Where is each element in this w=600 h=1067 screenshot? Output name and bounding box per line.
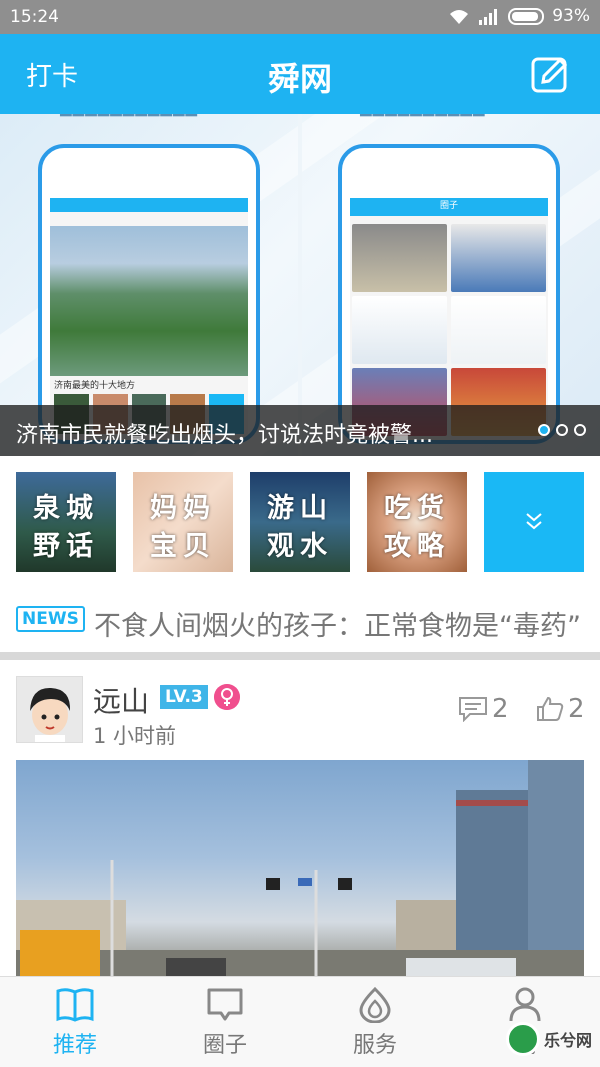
post-username[interactable]: 远山 [93, 680, 149, 720]
female-icon [214, 684, 240, 710]
like-count[interactable]: 2 [536, 694, 585, 724]
battery-level: 93% [552, 6, 590, 26]
book-icon [56, 988, 94, 1022]
status-bar: 15:24 93% [0, 0, 600, 34]
edit-icon[interactable] [530, 54, 570, 94]
tab-service[interactable]: 服务 [320, 987, 430, 1059]
chevron-down-icon [526, 513, 542, 530]
section-divider [0, 652, 600, 660]
right-phone-title: 圈子 [350, 198, 548, 216]
avatar[interactable] [16, 676, 83, 743]
carousel-dot [556, 424, 568, 436]
battery-icon [508, 7, 545, 25]
user-icon [509, 987, 541, 1022]
news-ticker[interactable]: NEWS 不食人间烟火的孩子：正常食物是“毒药” [0, 588, 600, 652]
drop-icon [359, 987, 391, 1023]
level-badge: LV.3 [160, 685, 208, 709]
more-categories-button[interactable] [484, 472, 584, 572]
city-photo [50, 226, 248, 376]
left-phone-mockup: 济南最美的十大地方 [38, 144, 260, 444]
post-time: 1 小时前 [93, 724, 177, 748]
news-badge: NEWS [16, 606, 85, 632]
right-phone-mockup: 圈子 [338, 144, 560, 444]
category-tile-quancheng[interactable]: 泉城 野话 [16, 472, 116, 572]
comment-icon [459, 697, 487, 722]
comment-count[interactable]: 2 [458, 694, 509, 724]
banner-caption-bar[interactable]: 济南市民就餐吃出烟头，讨说法时竟被警... [0, 405, 600, 456]
category-tile-youshan[interactable]: 游山 观水 [250, 472, 350, 572]
thumbs-up-icon [537, 696, 564, 721]
watermark-logo [505, 1022, 540, 1056]
status-time: 15:24 [10, 7, 59, 27]
category-row: 泉城 野话 妈妈 宝贝 游山 观水 吃货 攻略 [16, 472, 584, 572]
chat-bubble-icon [207, 988, 243, 1021]
category-tile-chihuo[interactable]: 吃货 攻略 [367, 472, 467, 572]
category-tile-mama[interactable]: 妈妈 宝贝 [133, 472, 233, 572]
wifi-icon [450, 9, 469, 24]
carousel-dot [538, 424, 550, 436]
post-image[interactable] [16, 760, 584, 976]
app-header: 打卡 舜网 [0, 34, 600, 114]
carousel-indicator [538, 424, 586, 436]
app-screen: 15:24 93% 打卡 舜网 ▔▔▔▔▔▔▔▔▔▔▔ ▔▔▔▔▔▔▔▔▔▔ 济… [0, 0, 600, 1067]
banner-caption: 济南市民就餐吃出烟头，讨说法时竟被警... [16, 423, 433, 448]
news-headline: 不食人间烟火的孩子：正常食物是“毒药” [94, 611, 581, 642]
tab-circle[interactable]: 圈子 [170, 987, 280, 1059]
left-phone-caption: 济南最美的十大地方 [54, 381, 136, 391]
tab-recommend[interactable]: 推荐 [20, 987, 130, 1059]
signal-icon [479, 8, 498, 25]
site-watermark: 乐兮网 [505, 1022, 592, 1056]
carousel-dot [574, 424, 586, 436]
app-title: 舜网 [267, 60, 332, 98]
